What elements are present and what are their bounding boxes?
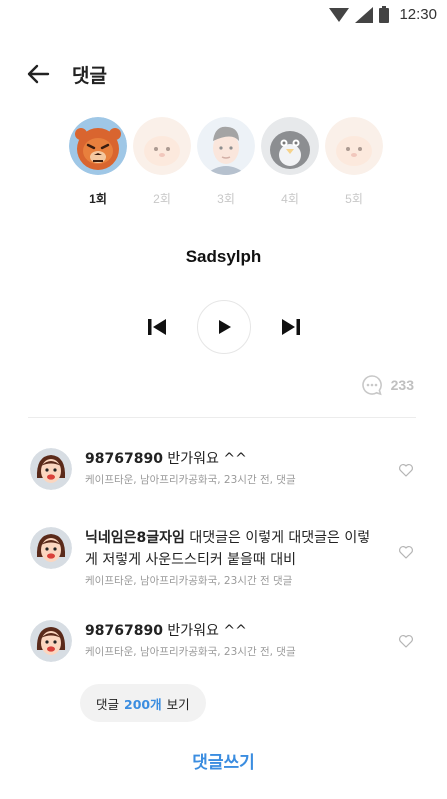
comment-author[interactable]: 닉네임은8글자임 (85, 530, 185, 546)
next-button[interactable] (276, 312, 306, 342)
penguin-avatar-icon (261, 117, 319, 175)
comment-meta: 케이프타운, 남아프리카공화국, 23시간 전, 댓글 (85, 646, 296, 658)
comment-count: 233 (361, 374, 414, 396)
battery-icon (379, 6, 390, 23)
episode-selector: 1회 2회 3회 4회 5회 (66, 117, 386, 207)
episode-tab-3[interactable]: 3회 (194, 117, 258, 207)
episode-tab-4[interactable]: 4회 (258, 117, 322, 207)
comment-text: 98767890 반가워요 ^^ (85, 448, 375, 470)
episode-label: 5회 (345, 192, 363, 206)
penguin-avatar (261, 117, 319, 175)
comment-content: 반가워요 ^^ (162, 451, 247, 467)
comment-author[interactable]: 98767890 (85, 451, 163, 467)
divider (28, 417, 416, 418)
comment-count-value: 233 (390, 377, 414, 393)
heart-icon[interactable] (398, 633, 414, 649)
play-button[interactable] (196, 300, 251, 354)
view-more-comments-button[interactable]: 댓글 200개 보기 (80, 684, 206, 722)
header: 댓글 (24, 58, 107, 90)
cat-avatar (325, 117, 383, 175)
comment-meta: 케이프타운, 남아프리카공화국, 23시간 전 댓글 (85, 575, 293, 587)
cat-avatar-icon (133, 117, 191, 175)
lion-avatar (69, 117, 127, 175)
comment-text: 98767890 반가워요 ^^ (85, 620, 375, 642)
episode-label: 1회 (89, 192, 107, 206)
man-avatar-icon (197, 117, 255, 175)
comment-author[interactable]: 98767890 (85, 623, 163, 639)
cellular-signal-icon (355, 6, 374, 23)
episode-label: 4회 (281, 192, 299, 206)
man-avatar (197, 117, 255, 175)
status-icons: 12:30 (329, 6, 437, 23)
comment-content: 반가워요 ^^ (162, 623, 247, 639)
heart-icon[interactable] (398, 544, 414, 560)
previous-button[interactable] (142, 312, 172, 342)
skip-next-icon (281, 319, 300, 335)
comment-item: 98767890 반가워요 ^^ 케이프타운, 남아프리카공화국, 23시간 전… (30, 448, 420, 490)
page-title: 댓글 (72, 64, 107, 87)
avatar[interactable] (30, 527, 72, 569)
arrow-left-icon (27, 64, 50, 84)
play-icon (218, 320, 231, 334)
comment-item: 98767890 반가워요 ^^ 케이프타운, 남아프리카공화국, 23시간 전… (30, 620, 420, 662)
heart-icon[interactable] (398, 462, 414, 478)
lion-avatar-icon (69, 117, 127, 175)
comment-body: 닉네임은8글자임 대댓글은 이렇게 대댓글은 이렇게 저렇게 사운드스티커 붙을… (85, 527, 375, 588)
more-prefix: 댓글 (96, 696, 120, 712)
comment-meta: 케이프타운, 남아프리카공화국, 23시간 전, 댓글 (85, 474, 296, 486)
comment-item: 닉네임은8글자임 대댓글은 이렇게 대댓글은 이렇게 저렇게 사운드스티커 붙을… (30, 527, 420, 588)
speech-bubble-icon (361, 375, 382, 396)
back-button[interactable] (24, 60, 52, 88)
wifi-icon (329, 7, 350, 22)
skip-previous-icon (147, 319, 166, 335)
more-suffix: 보기 (166, 696, 190, 712)
status-time: 12:30 (399, 6, 437, 23)
track-title: Sadsylph (185, 247, 262, 266)
episode-tab-2[interactable]: 2회 (130, 117, 194, 207)
cat-avatar (133, 117, 191, 175)
player-controls (0, 300, 447, 354)
episode-tab-1[interactable]: 1회 (66, 117, 130, 207)
episode-tab-5[interactable]: 5회 (322, 117, 386, 207)
more-count: 200개 (124, 696, 162, 712)
comment-body: 98767890 반가워요 ^^ 케이프타운, 남아프리카공화국, 23시간 전… (85, 448, 375, 490)
write-comment-button[interactable]: 댓글쓰기 (0, 748, 447, 773)
girl-avatar-icon (30, 620, 72, 662)
cat-avatar-icon (325, 117, 383, 175)
status-bar: 12:30 (0, 0, 447, 32)
comment-text: 닉네임은8글자임 대댓글은 이렇게 대댓글은 이렇게 저렇게 사운드스티커 붙을… (85, 527, 375, 571)
avatar[interactable] (30, 620, 72, 662)
girl-avatar-icon (30, 448, 72, 490)
episode-label: 2회 (153, 192, 171, 206)
episode-label: 3회 (217, 192, 235, 206)
avatar[interactable] (30, 448, 72, 490)
comment-body: 98767890 반가워요 ^^ 케이프타운, 남아프리카공화국, 23시간 전… (85, 620, 375, 662)
girl-avatar-icon (30, 527, 72, 569)
